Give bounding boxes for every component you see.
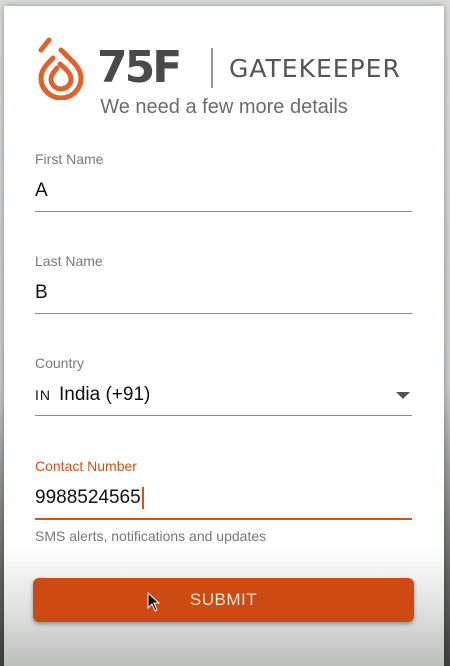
first-name-underline <box>35 211 412 212</box>
country-value: India (+91) <box>59 384 151 405</box>
country-flag-code: IN <box>35 387 51 403</box>
country-label: Country <box>35 355 85 371</box>
last-name-underline <box>35 313 412 314</box>
contact-number-underline <box>35 518 412 520</box>
contact-number-field[interactable]: Contact Number 9988524565 SMS alerts, no… <box>35 458 412 544</box>
first-name-label: First Name <box>35 151 104 167</box>
brand-name: 75F <box>97 42 182 93</box>
country-select[interactable]: IN India (+91) <box>35 383 412 407</box>
last-name-field[interactable]: Last Name B <box>35 253 412 314</box>
dropdown-arrow-icon[interactable] <box>396 391 410 399</box>
contact-number-input[interactable]: 9988524565 <box>35 486 412 510</box>
logo-divider <box>211 48 213 88</box>
country-field[interactable]: Country IN India (+91) <box>35 355 412 416</box>
country-underline <box>35 415 412 416</box>
last-name-label: Last Name <box>35 253 103 269</box>
brand-header: 75F GATEKEEPER <box>33 36 413 100</box>
contact-number-value: 9988524565 <box>35 487 141 508</box>
first-name-field[interactable]: First Name A <box>35 151 412 212</box>
product-name: GATEKEEPER <box>229 54 401 83</box>
last-name-input[interactable]: B <box>35 281 412 305</box>
details-form-card: 75F GATEKEEPER We need a few more detail… <box>4 6 444 666</box>
form-subtitle: We need a few more details <box>100 96 348 118</box>
contact-number-label: Contact Number <box>35 458 137 474</box>
first-name-input[interactable]: A <box>35 179 412 203</box>
contact-helper-text: SMS alerts, notifications and updates <box>35 528 267 544</box>
75f-logo-icon <box>38 37 84 100</box>
mouse-cursor-icon <box>147 592 161 612</box>
text-caret <box>141 486 144 509</box>
submit-button[interactable]: SUBMIT <box>33 578 414 622</box>
